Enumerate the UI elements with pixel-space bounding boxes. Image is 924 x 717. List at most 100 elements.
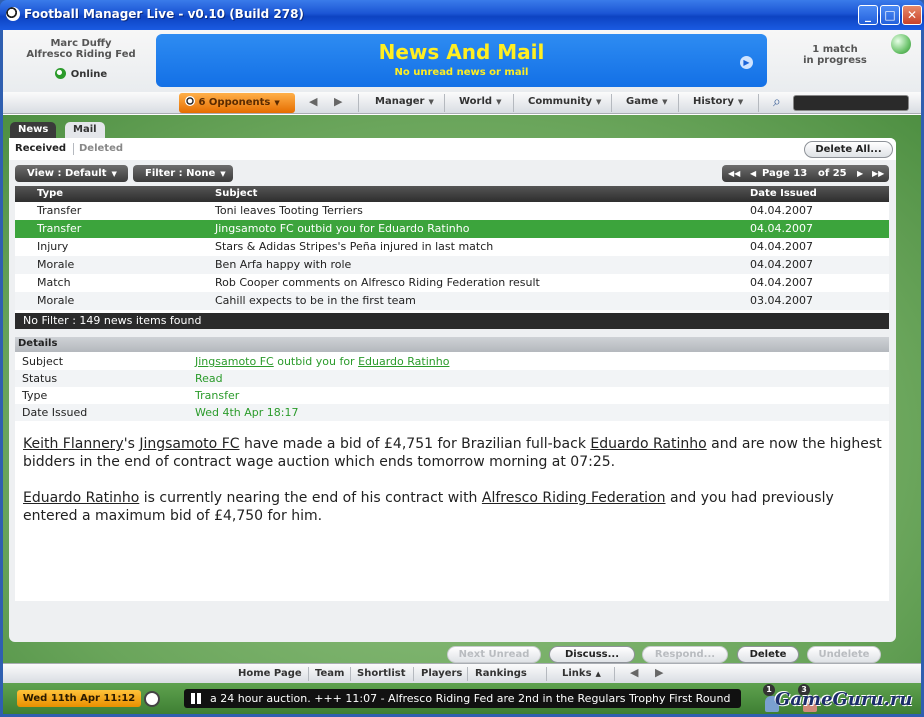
page-subtitle: No unread news or mail [394,67,529,78]
forward-arrow-icon[interactable]: ▶ [655,666,663,679]
list-toolbar: View : Default ▼ Filter : None ▼ ◀◀ ◀ Page… [15,165,889,185]
page-total: of 25 [818,168,847,179]
back-arrow-icon[interactable]: ◀ [309,95,317,108]
detail-value: Wed 4th Apr 18:17 [195,406,299,419]
view-label: View : Default [27,168,107,179]
player-link[interactable]: Eduardo Ratinho [23,490,139,506]
nav-divider [513,94,514,112]
nav-label: World [459,96,493,107]
delete-all-button[interactable]: Delete All... [804,141,893,158]
prev-page-icon[interactable]: ◀ [750,165,756,182]
last-page-icon[interactable]: ▶▶ [872,165,884,182]
minimize-button[interactable]: _ [858,5,878,25]
row-subject: Toni leaves Tooting Terriers [215,204,363,217]
back-arrow-icon[interactable]: ◀ [630,666,638,679]
opponents-button[interactable]: 6 Opponents ▼ [179,93,295,113]
first-page-icon[interactable]: ◀◀ [728,165,740,182]
nav-divider [611,94,612,112]
search-icon[interactable]: ⌕ [773,95,781,109]
next-page-icon[interactable]: ▶ [857,165,863,182]
page-number: Page 13 [762,168,808,179]
match-progress: in progress [803,55,867,66]
nav-game[interactable]: Game ▼ [626,96,668,107]
detail-value: Jingsamoto FC outbid you for Eduardo Rat… [195,353,449,370]
search-input[interactable] [793,95,909,111]
game-clock[interactable]: Wed 11th Apr 11:12 [17,690,141,707]
next-unread-button[interactable]: Next Unread [447,646,541,663]
globe-icon[interactable] [891,34,911,54]
table-footer: No Filter : 149 news items found [15,313,889,329]
action-bar: Next Unread Discuss... Respond... Delete… [3,646,921,663]
subject-text: outbid you for [273,355,359,368]
player-link[interactable]: Eduardo Ratinho [358,355,449,368]
detail-row-subject: Subject Jingsamoto FC outbid you for Edu… [15,353,889,370]
chevron-down-icon: ▼ [111,170,117,178]
bottom-nav-shortlist[interactable]: Shortlist [357,668,406,679]
club-link[interactable]: Jingsamoto FC [195,355,274,368]
details-pane: Details Subject Jingsamoto FC outbid you… [15,337,889,601]
nav-community[interactable]: Community ▼ [528,96,601,107]
chevron-down-icon: ▼ [496,98,502,106]
nav-divider [413,667,414,681]
online-status[interactable]: Online [7,68,155,80]
row-subject: Rob Cooper comments on Alfresco Riding F… [215,276,540,289]
table-row[interactable]: Injury Stars & Adidas Stripes's Peña inj… [15,238,889,256]
nav-divider [678,94,679,112]
table-row[interactable]: Match Rob Cooper comments on Alfresco Ri… [15,274,889,292]
undelete-button[interactable]: Undelete [807,646,881,663]
chevron-up-icon: ▲ [595,670,601,678]
ticker-text: a 24 hour auction. +++ 11:07 - Alfresco … [210,692,731,705]
maximize-button[interactable]: □ [880,5,900,25]
row-date: 04.04.2007 [750,204,813,217]
match-status[interactable]: 1 match in progress [773,44,897,66]
nav-divider [546,667,547,681]
tab-news[interactable]: News [10,122,57,138]
detail-label: Date Issued [22,406,88,419]
filter-dropdown[interactable]: Filter : None ▼ [133,165,233,182]
nav-history[interactable]: History ▼ [693,96,743,107]
bottom-nav-players[interactable]: Players [421,668,462,679]
subtab-divider [73,143,74,155]
subtab-deleted[interactable]: Deleted [79,143,123,154]
nav-manager[interactable]: Manager ▼ [375,96,434,107]
row-type: Transfer [37,222,82,235]
bottom-nav-team[interactable]: Team [315,668,344,679]
bottom-nav-home[interactable]: Home Page [238,668,302,679]
person-link[interactable]: Keith Flannery [23,436,124,452]
pause-icon[interactable] [190,693,202,704]
chevron-down-icon: ▼ [737,98,744,106]
bottom-nav-rankings[interactable]: Rankings [475,668,527,679]
table-row-selected[interactable]: Transfer Jingsamoto FC outbid you for Ed… [15,220,889,238]
table-row[interactable]: Transfer Toni leaves Tooting Terriers 04… [15,202,889,220]
app-icon [6,7,20,21]
discuss-button[interactable]: Discuss... [549,646,635,663]
nav-world[interactable]: World ▼ [459,96,501,107]
table-row[interactable]: Morale Cahill expects to be in the first… [15,292,889,310]
stopwatch-icon[interactable] [144,691,160,707]
club-link[interactable]: Jingsamoto FC [139,436,239,452]
opponents-label: 6 Opponents [198,97,271,108]
page-banner: News And Mail No unread news or mail ▶ [156,34,767,87]
player-link[interactable]: Eduardo Ratinho [590,436,706,452]
row-date: 04.04.2007 [750,258,813,271]
close-button[interactable]: ✕ [902,5,922,25]
delete-button[interactable]: Delete [737,646,799,663]
status-bar: Wed 11th Apr 11:12 a 24 hour auction. ++… [3,683,921,714]
links-menu[interactable]: Links ▲ [562,668,601,679]
club-link[interactable]: Alfresco Riding Federation [482,490,666,506]
table-row[interactable]: Morale Ben Arfa happy with role 04.04.20… [15,256,889,274]
respond-button[interactable]: Respond... [642,646,728,663]
forward-arrow-icon[interactable]: ▶ [334,95,342,108]
view-dropdown[interactable]: View : Default ▼ [15,165,128,182]
subtab-received[interactable]: Received [15,143,66,154]
tab-mail[interactable]: Mail [65,122,105,138]
column-type[interactable]: Type [37,186,63,202]
news-ticker[interactable]: a 24 hour auction. +++ 11:07 - Alfresco … [184,689,741,708]
notification-badge: 1 [763,684,775,696]
links-label: Links [562,668,592,679]
row-subject: Cahill expects to be in the first team [215,294,416,307]
column-subject[interactable]: Subject [215,186,257,202]
column-date[interactable]: Date Issued [750,186,817,202]
window-title: Football Manager Live - v0.10 (Build 278… [24,7,304,21]
banner-go-icon[interactable]: ▶ [740,56,753,69]
